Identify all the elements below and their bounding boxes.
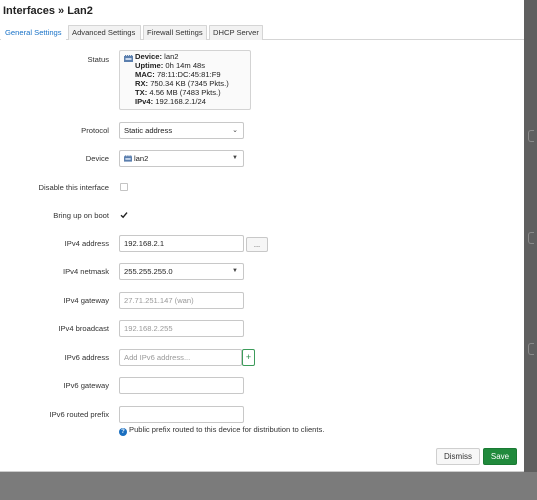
tab-general-settings[interactable]: General Settings [1, 25, 66, 41]
modal-backdrop [0, 472, 537, 500]
dismiss-button[interactable]: Dismiss [436, 448, 480, 465]
background-edge-marker [528, 130, 534, 142]
disable-interface-checkbox[interactable] [120, 183, 128, 191]
device-select[interactable]: lan2 ▼ [119, 150, 244, 167]
caret-down-icon: ▼ [232, 268, 238, 274]
protocol-select[interactable]: Static address ⌄ [119, 122, 244, 139]
ipv4-netmask-label: IPv4 netmask [62, 267, 109, 276]
ipv6-gateway-label: IPv6 gateway [63, 381, 109, 390]
modal-title: Interfaces » Lan2 [3, 5, 93, 17]
tab-bar: General Settings Advanced Settings Firew… [0, 25, 524, 41]
ipv4-address-label: IPv4 address [64, 239, 109, 248]
ipv4-address-more-button[interactable]: ... [246, 237, 268, 252]
bring-up-on-boot-checkbox[interactable] [120, 211, 128, 219]
status-panel: Device: lan2 Uptime: 0h 14m 48s MAC: 78:… [119, 50, 251, 110]
add-ipv6-address-button[interactable]: + [242, 349, 255, 366]
bring-up-on-boot-label: Bring up on boot [53, 211, 109, 220]
background-edge-marker [528, 343, 534, 355]
caret-down-icon: ▼ [232, 155, 238, 161]
ipv4-address-input[interactable]: 192.168.2.1 [119, 235, 244, 252]
ipv4-gateway-label: IPv4 gateway [63, 296, 109, 305]
tab-dhcp-server[interactable]: DHCP Server [209, 25, 263, 40]
ipv4-broadcast-input[interactable]: 192.168.2.255 [119, 320, 244, 337]
protocol-value: Static address [124, 126, 173, 135]
device-label: Device [85, 154, 109, 163]
ipv6-address-label: IPv6 address [64, 353, 109, 362]
ipv4-broadcast-label: IPv4 broadcast [58, 324, 109, 333]
tab-firewall-settings[interactable]: Firewall Settings [143, 25, 207, 40]
ipv6-address-input[interactable]: Add IPv6 address... [119, 349, 242, 366]
background-page-edge [524, 0, 537, 500]
ipv6-routed-prefix-input[interactable] [119, 406, 244, 423]
ipv6-gateway-input[interactable] [119, 377, 244, 394]
background-edge-marker [528, 232, 534, 244]
chevron-down-icon: ⌄ [232, 127, 238, 134]
ethernet-port-icon [124, 155, 132, 162]
ipv6-routed-prefix-label: IPv6 routed prefix [49, 410, 109, 419]
save-button[interactable]: Save [483, 448, 517, 465]
ipv4-netmask-select[interactable]: 255.255.255.0 ▼ [119, 263, 244, 280]
help-icon: ? [119, 428, 127, 436]
disable-interface-label: Disable this interface [38, 183, 110, 192]
ipv4-netmask-value: 255.255.255.0 [124, 267, 173, 276]
ipv4-gateway-input[interactable]: 27.71.251.147 (wan) [119, 292, 244, 309]
ipv6-routed-prefix-help: ? Public prefix routed to this device for… [119, 425, 324, 436]
checkmark-icon [120, 212, 128, 219]
status-label: Status [87, 55, 109, 64]
device-value: lan2 [134, 154, 149, 163]
status-ipv4: IPv4: 192.168.2.1/24 [135, 97, 206, 106]
tab-advanced-settings[interactable]: Advanced Settings [68, 25, 141, 40]
ethernet-port-icon [124, 55, 133, 62]
protocol-label: Protocol [81, 126, 109, 135]
interface-settings-modal: Interfaces » Lan2 General Settings Advan… [0, 0, 524, 472]
